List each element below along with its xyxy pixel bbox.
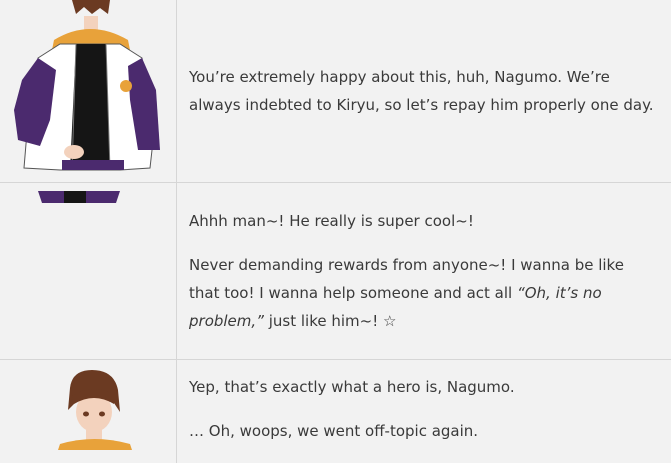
dialogue-line: You’re extremely happy about this, huh, … [189, 63, 659, 119]
dialogue-line: … Oh, woops, we went off-topic again. [189, 417, 659, 445]
dialogue-line: Ahhh man~! He really is super cool~! [189, 207, 659, 235]
dialogue-cell: You’re extremely happy about this, huh, … [177, 0, 671, 183]
dialogue-row: Ahhh man~! He really is super cool~! Nev… [0, 183, 671, 360]
dialogue-row: You’re extremely happy about this, huh, … [0, 0, 671, 183]
dialogue-cell: Ahhh man~! He really is super cool~! Nev… [177, 183, 671, 360]
nagumo-portrait [0, 0, 176, 182]
dialogue-row: Yep, that’s exactly what a hero is, Nagu… [0, 360, 671, 463]
dialogue-line: Never demanding rewards from anyone~! I … [189, 251, 659, 335]
portrait-cell [0, 183, 177, 360]
portrait-cell [0, 360, 177, 463]
dialogue-line-text: just like him~! ☆ [269, 312, 397, 330]
portrait-cell [0, 0, 177, 183]
chiaki-portrait [0, 360, 176, 450]
story-dialogue-table: You’re extremely happy about this, huh, … [0, 0, 671, 463]
tetora-portrait-cropped [0, 183, 176, 203]
dialogue-cell: Yep, that’s exactly what a hero is, Nagu… [177, 360, 671, 463]
dialogue-line: Yep, that’s exactly what a hero is, Nagu… [189, 373, 659, 401]
